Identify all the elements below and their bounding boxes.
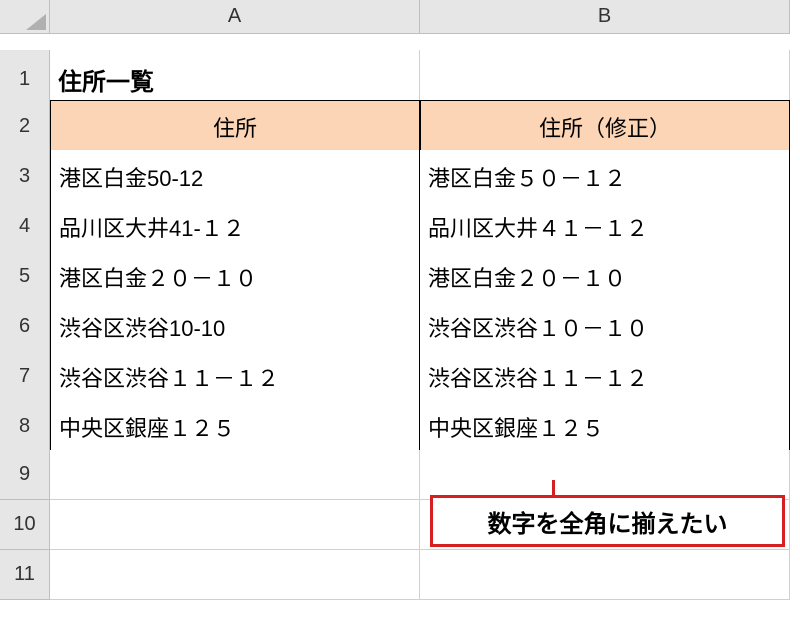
row-header-8[interactable]: 8: [0, 400, 50, 454]
cell-b11[interactable]: [420, 550, 790, 600]
cell-a5[interactable]: 港区白金２０－１０: [50, 250, 420, 304]
column-header-b[interactable]: B: [420, 0, 790, 34]
select-all-corner[interactable]: [0, 0, 50, 34]
cell-a3[interactable]: 港区白金50-12: [50, 150, 420, 204]
cell-b7[interactable]: 渋谷区渋谷１１－１２: [420, 350, 790, 404]
row-header-10[interactable]: 10: [0, 500, 50, 550]
cell-a11[interactable]: [50, 550, 420, 600]
cell-a8[interactable]: 中央区銀座１２５: [50, 400, 420, 454]
cell-b3[interactable]: 港区白金５０－１２: [420, 150, 790, 204]
cell-a4[interactable]: 品川区大井41-１２: [50, 200, 420, 254]
row-header-3[interactable]: 3: [0, 150, 50, 204]
cell-b8[interactable]: 中央区銀座１２５: [420, 400, 790, 454]
cell-a2-header[interactable]: 住所: [50, 100, 420, 154]
cell-a6[interactable]: 渋谷区渋谷10-10: [50, 300, 420, 354]
row-header-4[interactable]: 4: [0, 200, 50, 254]
row-header-5[interactable]: 5: [0, 250, 50, 304]
column-header-a[interactable]: A: [50, 0, 420, 34]
cell-a10[interactable]: [50, 500, 420, 550]
cell-a7[interactable]: 渋谷区渋谷１１－１２: [50, 350, 420, 404]
cell-b6[interactable]: 渋谷区渋谷１０－１０: [420, 300, 790, 354]
row-header-6[interactable]: 6: [0, 300, 50, 354]
cell-b2-header[interactable]: 住所（修正）: [420, 100, 790, 154]
cell-b5[interactable]: 港区白金２０－１０: [420, 250, 790, 304]
cell-b4[interactable]: 品川区大井４１－１２: [420, 200, 790, 254]
row-header-7[interactable]: 7: [0, 350, 50, 404]
cell-b9[interactable]: [420, 450, 790, 500]
row-header-11[interactable]: 11: [0, 550, 50, 600]
annotation-callout: 数字を全角に揃えたい: [430, 495, 785, 547]
row-header-9[interactable]: 9: [0, 450, 50, 500]
cell-a9[interactable]: [50, 450, 420, 500]
row-header-2[interactable]: 2: [0, 100, 50, 154]
